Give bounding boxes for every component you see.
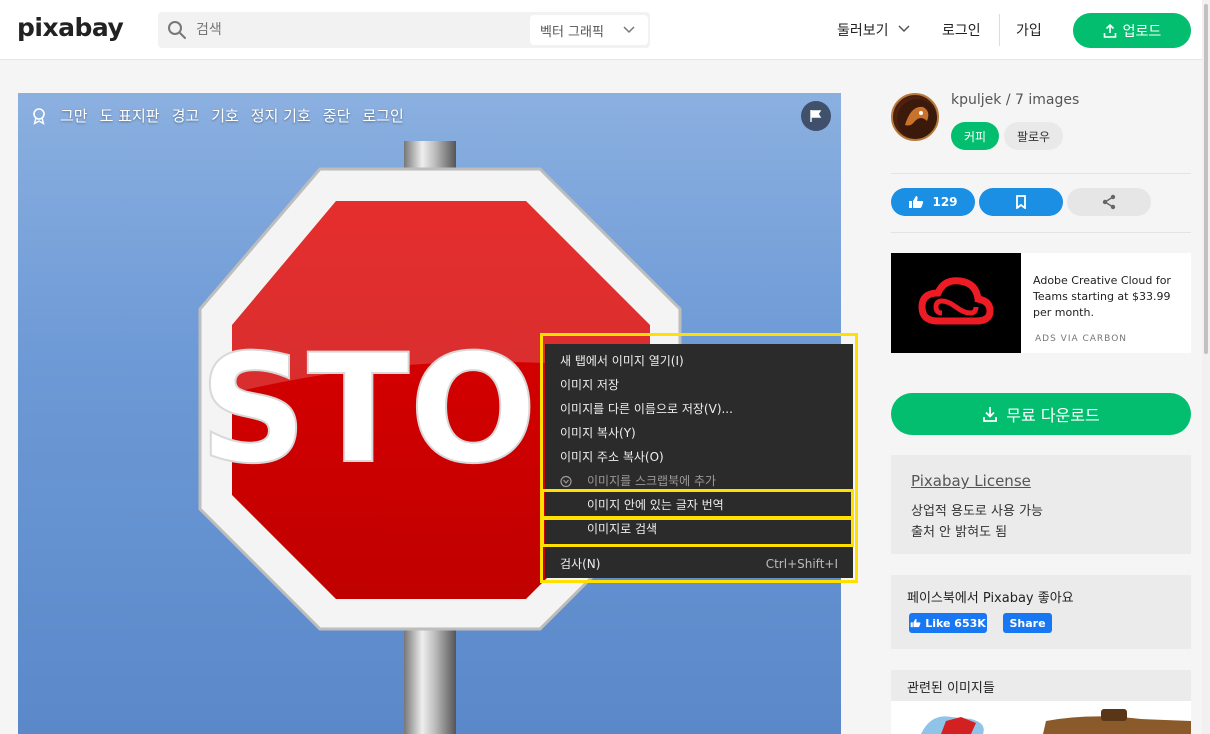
flag-icon (810, 110, 822, 122)
divider (891, 232, 1191, 233)
avatar-graphic (897, 99, 937, 139)
license-line-commercial: 상업적 용도로 사용 가능 (911, 504, 1043, 519)
divider (891, 173, 1191, 174)
nav-explore-label: 둘러보기 (837, 23, 889, 39)
scrapbook-icon (560, 475, 572, 488)
tag-item[interactable]: 그만 (60, 105, 88, 126)
pixabay-logo[interactable]: pixabay (17, 13, 124, 42)
creative-cloud-icon (918, 277, 994, 325)
carbon-ad[interactable]: Adobe Creative Cloud for Teams starting … (891, 253, 1191, 353)
search-input[interactable] (196, 18, 496, 42)
page-scrollbar[interactable] (1202, 0, 1210, 734)
tag-item[interactable]: 경고 (172, 105, 200, 126)
search-type-label: 벡터 그래픽 (540, 25, 604, 40)
adobe-cc-logo[interactable] (891, 253, 1021, 353)
bookmark-button[interactable] (979, 188, 1063, 216)
like-button[interactable]: 129 (891, 188, 975, 216)
coffee-button[interactable]: 커피 (951, 122, 999, 150)
free-download-button[interactable]: 무료 다운로드 (891, 393, 1191, 435)
tag-item[interactable]: 도 표지판 (100, 105, 160, 126)
download-icon (983, 407, 998, 422)
highlight-search-by-image (541, 517, 854, 547)
ctx-save-image[interactable]: 이미지 저장 (560, 375, 619, 395)
ctx-copy-image[interactable]: 이미지 복사(Y) (560, 423, 636, 443)
upload-icon (1103, 23, 1116, 38)
ctx-copy-image-address[interactable]: 이미지 주소 복사(O) (560, 447, 664, 467)
ad-via-label[interactable]: ADS VIA CARBON (1035, 334, 1127, 344)
related-thumbnail-strip (891, 701, 1191, 734)
upload-button[interactable]: 업로드 (1073, 13, 1191, 48)
report-flag-button[interactable] (801, 101, 831, 131)
ad-text[interactable]: Adobe Creative Cloud for Teams starting … (1033, 273, 1183, 321)
share-button[interactable] (1067, 188, 1151, 216)
chevron-down-icon (898, 25, 910, 33)
nav-divider (999, 14, 1000, 46)
download-label: 무료 다운로드 (1006, 406, 1100, 425)
bookmark-icon (1016, 195, 1026, 209)
share-icon (1102, 194, 1116, 210)
upload-label: 업로드 (1122, 23, 1162, 40)
follow-button[interactable]: 팔로우 (1004, 122, 1063, 150)
search-bar: 벡터 그래픽 (158, 12, 650, 48)
ctx-inspect[interactable]: 검사(N) (560, 554, 600, 574)
author-name[interactable]: kpuljek / 7 images (951, 92, 1079, 108)
facebook-box: 페이스북에서 Pixabay 좋아요 Like 653K Share (891, 575, 1191, 649)
tag-item[interactable]: 중단 (323, 105, 351, 126)
tag-item[interactable]: 로그인 (362, 105, 403, 126)
license-box: Pixabay License 상업적 용도로 사용 가능 출처 안 밝혀도 됨 (891, 455, 1191, 554)
facebook-like-button[interactable]: Like 653K (909, 613, 987, 633)
related-thumbnail[interactable] (1101, 709, 1127, 721)
search-type-select[interactable]: 벡터 그래픽 (530, 15, 648, 45)
top-header: pixabay 벡터 그래픽 둘러보기 로그인 가입 업로드 (0, 0, 1202, 60)
related-images-header: 관련된 이미지들 (891, 670, 1191, 701)
related-images-title: 관련된 이미지들 (907, 681, 995, 696)
author-avatar[interactable] (891, 93, 939, 141)
nav-explore[interactable]: 둘러보기 (837, 20, 911, 40)
related-images-thumbnails (891, 701, 1191, 734)
ctx-save-image-as[interactable]: 이미지를 다른 이름으로 저장(V)... (560, 399, 733, 419)
scrollbar-thumb[interactable] (1204, 4, 1208, 354)
like-count: 129 (932, 195, 958, 209)
highlight-translate (541, 489, 854, 519)
search-icon[interactable] (167, 20, 187, 40)
facebook-share-button[interactable]: Share (1003, 613, 1052, 633)
tag-item[interactable]: 기호 (211, 105, 239, 126)
facebook-title: 페이스북에서 Pixabay 좋아요 (907, 591, 1074, 606)
license-title-link[interactable]: Pixabay License (911, 472, 1031, 490)
ctx-inspect-shortcut: Ctrl+Shift+I (765, 557, 838, 571)
tag-bar: 그만 도 표지판 경고 기호 정지 기호 중단 로그인 (30, 105, 404, 126)
nav-login[interactable]: 로그인 (942, 20, 981, 40)
thumbs-up-icon (909, 196, 924, 208)
tag-item[interactable]: 정지 기호 (251, 105, 311, 126)
chevron-down-icon (623, 26, 635, 34)
ctx-add-to-scrapbook: 이미지를 스크랩북에 추가 (587, 474, 717, 488)
ctx-open-new-tab[interactable]: 새 탭에서 이미지 열기(I) (560, 351, 684, 371)
nav-join[interactable]: 가입 (1016, 20, 1042, 40)
license-line-attribution: 출처 안 밝혀도 됨 (911, 525, 1008, 540)
facebook-like-label: Like 653K (925, 616, 986, 630)
thumbs-up-icon (910, 618, 921, 628)
award-icon (33, 107, 45, 125)
